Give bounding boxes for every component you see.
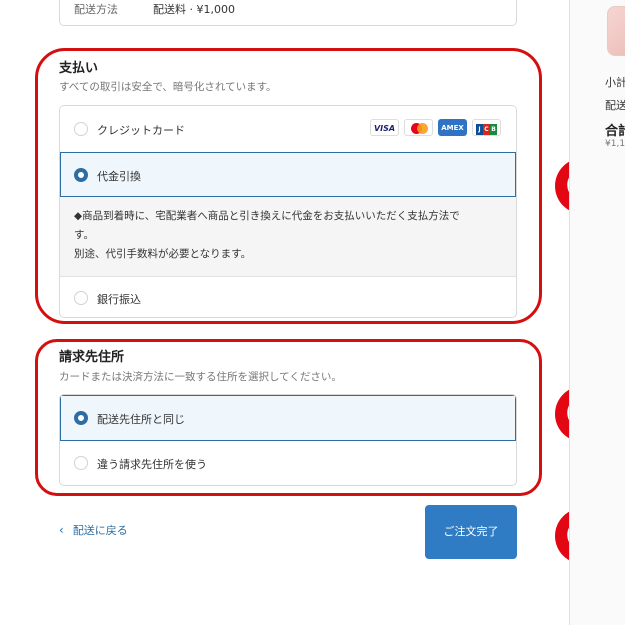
product-thumbnail xyxy=(607,6,625,56)
back-label: 配送に戻る xyxy=(72,524,128,537)
shipping-label: 配送 xyxy=(605,99,625,112)
order-summary-sidebar: 小計 配送 合計 ¥1,1 xyxy=(569,0,625,625)
subtotal-label: 小計 xyxy=(605,76,625,89)
annotation-ring-billing xyxy=(35,339,542,496)
total-sub: ¥1,1 xyxy=(605,139,625,149)
back-to-shipping-link[interactable]: ‹ 配送に戻る xyxy=(59,522,128,538)
complete-order-button[interactable]: ご注文完了 xyxy=(425,505,517,559)
annotation-ring-payment xyxy=(35,48,542,324)
shipping-method-label: 配送方法 xyxy=(74,3,118,16)
chevron-left-icon: ‹ xyxy=(59,523,64,537)
total-label: 合計 xyxy=(605,124,625,139)
shipping-summary-box: 配送方法 配送料 · ¥1,000 xyxy=(59,0,517,26)
shipping-method-value: 配送料 · ¥1,000 xyxy=(153,3,235,16)
